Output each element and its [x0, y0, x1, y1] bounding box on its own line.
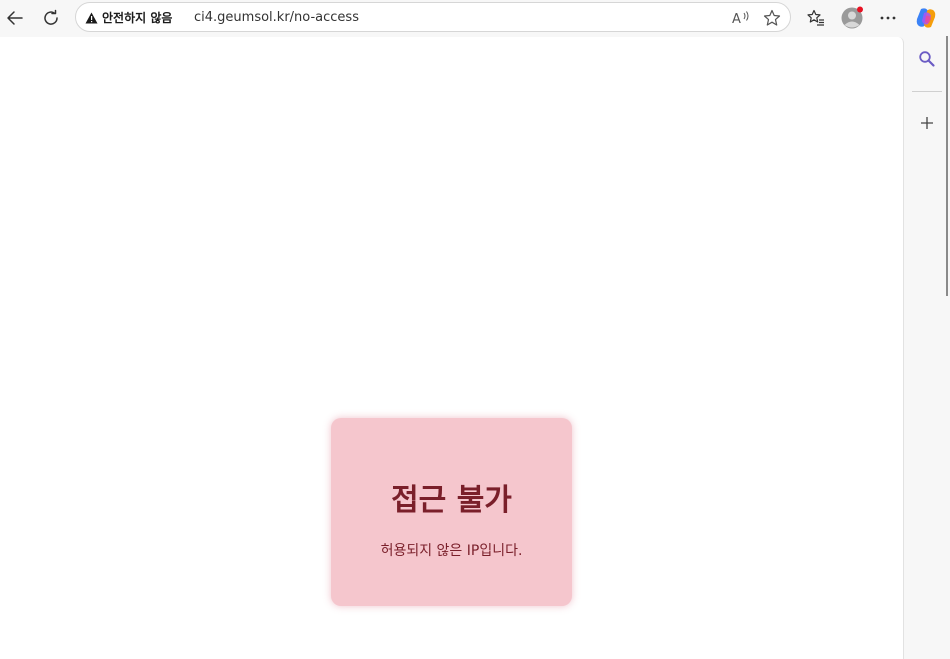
notification-dot — [857, 6, 863, 13]
plus-icon — [921, 117, 933, 129]
security-indicator[interactable]: 안전하지 않음 — [85, 9, 172, 26]
copilot-button[interactable] — [912, 4, 940, 32]
warning-triangle-icon — [85, 12, 98, 23]
star-icon — [763, 9, 781, 26]
page-content: 접근 불가 허용되지 않은 IP입니다. — [0, 37, 904, 659]
security-label: 안전하지 않음 — [102, 11, 173, 25]
sidebar-divider — [912, 91, 942, 92]
favorites-button[interactable] — [802, 4, 830, 32]
svg-text:A: A — [732, 12, 741, 26]
back-arrow-icon — [7, 11, 23, 25]
url-text[interactable]: ci4.geumsol.kr/no-access — [194, 10, 359, 25]
browser-toolbar: 안전하지 않음 ci4.geumsol.kr/no-access A — [0, 0, 950, 36]
window-edge-bar — [946, 36, 948, 296]
browser-sidebar — [905, 37, 950, 659]
access-denied-card: 접근 불가 허용되지 않은 IP입니다. — [331, 418, 572, 606]
refresh-icon — [44, 9, 58, 25]
more-menu-icon — [880, 16, 896, 20]
favorite-button[interactable] — [762, 8, 782, 28]
card-message: 허용되지 않은 IP입니다. — [380, 543, 523, 559]
more-menu-button[interactable] — [874, 4, 902, 32]
card-title: 접근 불가 — [391, 483, 512, 518]
profile-avatar-icon — [841, 6, 863, 29]
profile-button[interactable] — [838, 4, 866, 32]
address-bar[interactable]: 안전하지 않음 ci4.geumsol.kr/no-access A — [75, 2, 791, 32]
copilot-icon — [916, 8, 936, 28]
back-button[interactable] — [1, 4, 29, 32]
read-aloud-button[interactable]: A — [731, 8, 751, 28]
read-aloud-icon: A — [732, 11, 749, 26]
sidebar-search-button[interactable] — [914, 46, 940, 72]
browser-window: 안전하지 않음 ci4.geumsol.kr/no-access A 접근 불가… — [0, 0, 950, 659]
search-icon — [919, 51, 935, 67]
sidebar-add-button[interactable] — [914, 110, 940, 136]
refresh-button[interactable] — [37, 4, 65, 32]
favorites-list-icon — [807, 9, 824, 26]
